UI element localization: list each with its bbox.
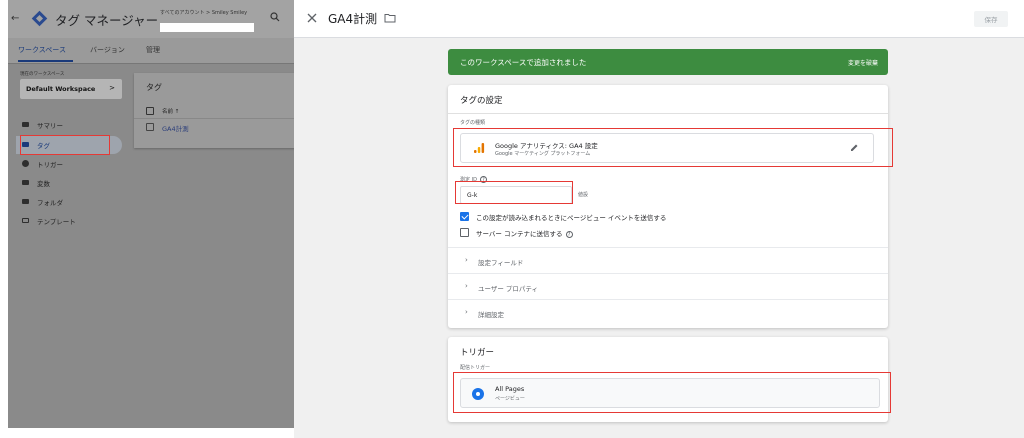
gtm-nav-tabs: ワークスペース バージョン 管理 xyxy=(8,38,294,64)
tag-title[interactable]: GA4計測 xyxy=(328,10,377,27)
send-pageview-label: この設定が読み込まれるときにページビュー イベントを送信する xyxy=(476,214,667,222)
user-properties-section[interactable]: › ユーザー プロパティ xyxy=(448,273,888,299)
variable-picker-button[interactable]: 値設 xyxy=(578,191,588,198)
chevron-right-icon: > xyxy=(109,84,115,92)
gtm-header: ← タグ マネージャー すべてのアカウント > Smiley Smiley xyxy=(8,0,294,38)
back-arrow-icon[interactable]: ← xyxy=(11,13,19,24)
chevron-right-icon: › xyxy=(465,308,468,316)
tag-type-selector[interactable]: Google アナリティクス: GA4 設定 Google マーケティング プラ… xyxy=(460,133,874,163)
section-label: 設定フィールド xyxy=(478,259,524,267)
tag-type-label: タグの種類 xyxy=(460,120,486,126)
sidebar-item-label: 変数 xyxy=(37,180,50,188)
measurement-id-label: 測定 ID? xyxy=(460,176,487,183)
measurement-id-value: G-k xyxy=(467,192,478,199)
server-container-label: サーバー コンテナに送信する? xyxy=(476,228,573,238)
help-icon[interactable]: ? xyxy=(479,176,487,183)
firing-triggers-label: 配信トリガー xyxy=(460,365,491,371)
sidebar-item-folders[interactable]: フォルダ xyxy=(20,194,110,210)
gtm-logo-icon xyxy=(31,10,48,27)
tab-workspace[interactable]: ワークスペース xyxy=(18,45,66,55)
column-header-name[interactable]: 名前 ↑ xyxy=(162,107,179,115)
send-pageview-checkbox[interactable] xyxy=(460,212,469,221)
highlight-tags-nav xyxy=(20,135,110,155)
divider xyxy=(448,113,888,114)
sidebar-item-label: サマリー xyxy=(37,122,63,130)
section-label: 詳細設定 xyxy=(478,311,504,319)
workspace-selector[interactable]: Default Workspace > xyxy=(20,79,122,99)
search-icon[interactable] xyxy=(270,12,280,22)
workspace-name: Default Workspace xyxy=(26,85,96,93)
save-button[interactable]: 保存 xyxy=(974,11,1008,27)
gtm-background-panel: ← タグ マネージャー すべてのアカウント > Smiley Smiley ワー… xyxy=(8,0,294,428)
tab-versions[interactable]: バージョン xyxy=(90,45,125,55)
active-tab-indicator xyxy=(18,60,73,62)
tag-type-vendor: Google マーケティング プラットフォーム xyxy=(495,151,591,157)
trigger-item-all-pages[interactable]: All Pages ページビュー xyxy=(460,378,880,408)
tab-admin[interactable]: 管理 xyxy=(146,45,160,55)
pageview-eye-icon xyxy=(472,388,484,400)
tags-card-title: タグ xyxy=(146,83,162,92)
editor-header: GA4計測 保存 xyxy=(294,0,1024,38)
chevron-right-icon: › xyxy=(465,256,468,264)
section-label: ユーザー プロパティ xyxy=(478,285,539,293)
tag-type-name: Google アナリティクス: GA4 設定 xyxy=(495,142,598,150)
table-row[interactable]: GA4計測 G 設 xyxy=(134,119,294,139)
tag-name-link[interactable]: GA4計測 xyxy=(162,123,189,133)
sidebar-item-label: トリガー xyxy=(37,161,63,169)
server-container-checkbox[interactable] xyxy=(460,228,469,237)
trigger-icon xyxy=(22,160,29,167)
template-icon xyxy=(22,218,29,223)
discard-changes-button[interactable]: 変更を破棄 xyxy=(848,58,878,67)
triggering-title: トリガー xyxy=(460,348,495,358)
trigger-type: ページビュー xyxy=(495,396,525,402)
folder-icon xyxy=(22,199,29,204)
pencil-icon[interactable] xyxy=(849,143,859,153)
google-analytics-icon xyxy=(474,143,485,153)
sidebar-item-triggers[interactable]: トリガー xyxy=(20,156,110,172)
briefcase-icon xyxy=(22,122,29,127)
fields-to-set-section[interactable]: › 設定フィールド xyxy=(448,247,888,273)
sidebar-item-label: テンプレート xyxy=(37,218,76,226)
measurement-id-input[interactable]: G-k xyxy=(460,186,572,204)
variable-icon xyxy=(22,180,29,185)
workspace-added-banner: このワークスペースで追加されました 変更を破棄 xyxy=(448,49,888,75)
container-name-redacted xyxy=(160,23,254,32)
tags-list-card: タグ 名前 ↑ タ GA4計測 G 設 xyxy=(134,73,294,148)
triggering-card: トリガー 配信トリガー All Pages ページビュー xyxy=(448,337,888,422)
app-title: タグ マネージャー xyxy=(55,13,159,28)
banner-message: このワークスペースで追加されました xyxy=(460,58,587,67)
tag-configuration-card: タグの設定 タグの種類 Google アナリティクス: GA4 設定 Googl… xyxy=(448,85,888,328)
sidebar-item-label: フォルダ xyxy=(37,199,63,207)
select-all-checkbox[interactable] xyxy=(146,107,154,115)
trigger-name: All Pages xyxy=(495,385,525,393)
tag-editor-panel: GA4計測 保存 このワークスペースで追加されました 変更を破棄 タグの設定 タ… xyxy=(294,0,1024,438)
advanced-settings-section[interactable]: › 詳細設定 xyxy=(448,299,888,325)
tag-config-title: タグの設定 xyxy=(460,96,503,106)
measurement-id-label-text: 測定 ID xyxy=(460,177,477,183)
help-icon[interactable]: ? xyxy=(565,230,573,238)
sidebar-item-summary[interactable]: サマリー xyxy=(20,117,110,133)
folder-outline-icon[interactable] xyxy=(384,13,396,23)
workspace-label: 現在のワークスペース xyxy=(20,72,65,77)
chevron-right-icon: › xyxy=(465,282,468,290)
server-container-label-text: サーバー コンテナに送信する xyxy=(476,230,563,238)
close-icon[interactable] xyxy=(306,12,318,24)
table-header: 名前 ↑ タ xyxy=(134,103,294,119)
sidebar-item-variables[interactable]: 変数 xyxy=(20,175,110,191)
account-breadcrumb[interactable]: すべてのアカウント > Smiley Smiley xyxy=(160,9,247,16)
row-checkbox[interactable] xyxy=(146,123,154,131)
sidebar-item-templates[interactable]: テンプレート xyxy=(20,213,110,229)
